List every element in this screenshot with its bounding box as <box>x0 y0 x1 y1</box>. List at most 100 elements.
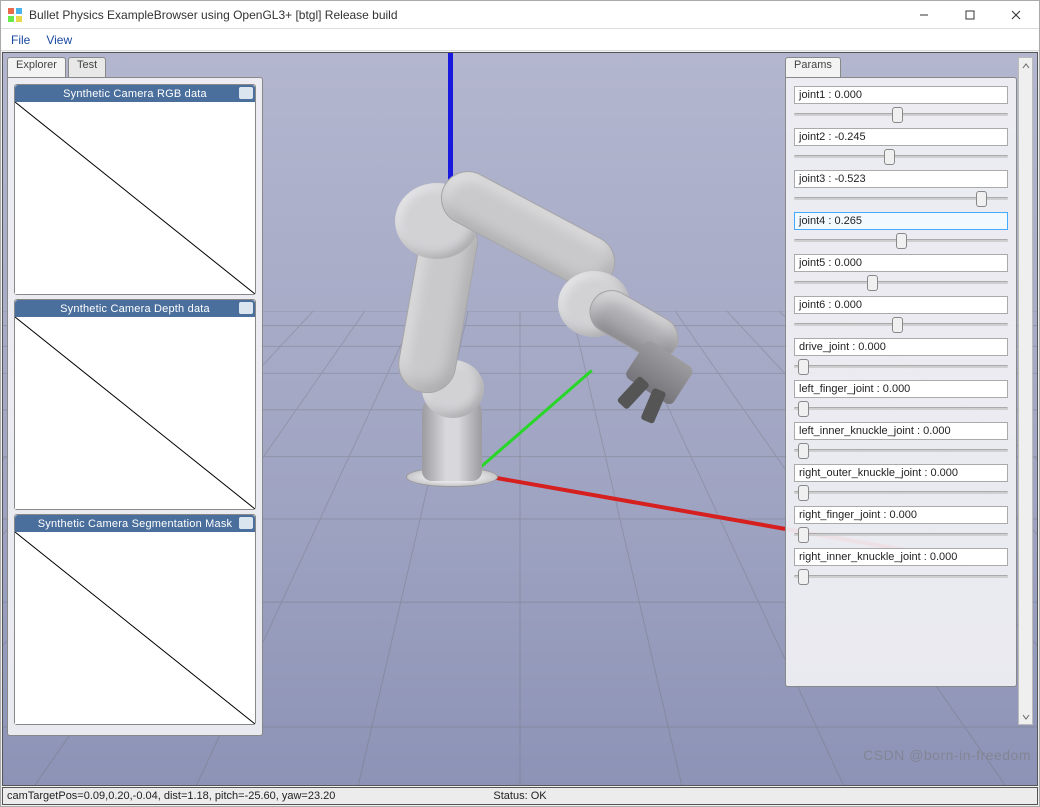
param-label-11: right_inner_knuckle_joint : 0.000 <box>794 548 1008 566</box>
preview-segmask: Synthetic Camera Segmentation Mask <box>14 514 256 725</box>
param-11: right_inner_knuckle_joint : 0.000 <box>794 548 1008 586</box>
chevron-up-icon <box>1022 62 1030 70</box>
param-slider-11[interactable] <box>794 568 1008 586</box>
slider-thumb[interactable] <box>884 149 895 165</box>
app-window: Bullet Physics ExampleBrowser using Open… <box>0 0 1040 807</box>
menu-bar: File View <box>1 29 1039 51</box>
scroll-track[interactable] <box>1019 73 1032 709</box>
slider-thumb[interactable] <box>798 485 809 501</box>
tab-explorer[interactable]: Explorer <box>7 57 66 77</box>
preview-depth-collapse-button[interactable] <box>239 302 253 314</box>
param-8: left_inner_knuckle_joint : 0.000 <box>794 422 1008 460</box>
app-icon <box>7 7 23 23</box>
workspace: Explorer Test Synthetic Camera RGB data … <box>2 52 1038 786</box>
param-10: right_finger_joint : 0.000 <box>794 506 1008 544</box>
close-icon <box>1011 10 1021 20</box>
preview-depth-title: Synthetic Camera Depth data <box>60 303 210 315</box>
slider-thumb[interactable] <box>798 443 809 459</box>
preview-depth-image <box>15 317 255 509</box>
param-0: joint1 : 0.000 <box>794 86 1008 124</box>
maximize-button[interactable] <box>947 1 993 29</box>
param-slider-2[interactable] <box>794 190 1008 208</box>
slider-thumb[interactable] <box>976 191 987 207</box>
preview-segmask-image <box>15 532 255 724</box>
param-slider-9[interactable] <box>794 484 1008 502</box>
params-body: joint1 : 0.000 joint2 : -0.245 joint3 : -0… <box>785 77 1017 687</box>
slider-rail <box>794 575 1008 578</box>
param-label-10: right_finger_joint : 0.000 <box>794 506 1008 524</box>
scroll-up-button[interactable] <box>1019 58 1032 73</box>
close-button[interactable] <box>993 1 1039 29</box>
preview-rgb-title: Synthetic Camera RGB data <box>63 88 207 100</box>
slider-thumb[interactable] <box>892 107 903 123</box>
menu-view[interactable]: View <box>46 33 72 47</box>
slider-rail <box>794 365 1008 368</box>
param-label-4: joint5 : 0.000 <box>794 254 1008 272</box>
maximize-icon <box>965 10 975 20</box>
slider-rail <box>794 491 1008 494</box>
slider-thumb[interactable] <box>867 275 878 291</box>
slider-rail <box>794 407 1008 410</box>
param-slider-0[interactable] <box>794 106 1008 124</box>
param-7: left_finger_joint : 0.000 <box>794 380 1008 418</box>
tab-params[interactable]: Params <box>785 57 841 77</box>
param-3: joint4 : 0.265 <box>794 212 1008 250</box>
menu-file[interactable]: File <box>11 33 30 47</box>
slider-thumb[interactable] <box>896 233 907 249</box>
vertical-scrollbar[interactable] <box>1018 57 1033 725</box>
params-panel: Params joint1 : 0.000joint2 : -0.245join… <box>785 57 1017 687</box>
slider-thumb[interactable] <box>798 401 809 417</box>
param-label-3: joint4 : 0.265 <box>794 212 1008 230</box>
slider-thumb[interactable] <box>798 359 809 375</box>
scroll-down-button[interactable] <box>1019 709 1032 724</box>
param-label-0: joint1 : 0.000 <box>794 86 1008 104</box>
gripper-finger-right <box>640 387 666 424</box>
param-label-2: joint3 : -0.523 <box>794 170 1008 188</box>
param-label-9: right_outer_knuckle_joint : 0.000 <box>794 464 1008 482</box>
param-label-5: joint6 : 0.000 <box>794 296 1008 314</box>
param-slider-5[interactable] <box>794 316 1008 334</box>
param-label-6: drive_joint : 0.000 <box>794 338 1008 356</box>
param-1: joint2 : -0.245 <box>794 128 1008 166</box>
slider-rail <box>794 281 1008 284</box>
param-5: joint6 : 0.000 <box>794 296 1008 334</box>
status-ok: Status: OK <box>493 790 546 802</box>
preview-rgb-image <box>15 102 255 294</box>
param-slider-8[interactable] <box>794 442 1008 460</box>
status-bar: camTargetPos=0.09,0.20,-0.04, dist=1.18,… <box>2 787 1038 805</box>
watermark: CSDN @born-in-freedom <box>863 747 1031 763</box>
param-label-1: joint2 : -0.245 <box>794 128 1008 146</box>
minimize-icon <box>919 10 929 20</box>
slider-thumb[interactable] <box>892 317 903 333</box>
param-slider-3[interactable] <box>794 232 1008 250</box>
window-title: Bullet Physics ExampleBrowser using Open… <box>29 8 901 22</box>
param-slider-7[interactable] <box>794 400 1008 418</box>
slider-thumb[interactable] <box>798 569 809 585</box>
param-slider-4[interactable] <box>794 274 1008 292</box>
param-6: drive_joint : 0.000 <box>794 338 1008 376</box>
chevron-down-icon <box>1022 713 1030 721</box>
tab-test[interactable]: Test <box>68 57 106 77</box>
param-label-8: left_inner_knuckle_joint : 0.000 <box>794 422 1008 440</box>
param-label-7: left_finger_joint : 0.000 <box>794 380 1008 398</box>
explorer-body: Synthetic Camera RGB data Synthetic Came… <box>7 77 263 736</box>
content-area: Explorer Test Synthetic Camera RGB data … <box>1 51 1039 806</box>
explorer-panel: Explorer Test Synthetic Camera RGB data … <box>7 57 263 736</box>
param-2: joint3 : -0.523 <box>794 170 1008 208</box>
slider-rail <box>794 533 1008 536</box>
slider-rail <box>794 155 1008 158</box>
slider-thumb[interactable] <box>798 527 809 543</box>
param-4: joint5 : 0.000 <box>794 254 1008 292</box>
param-slider-10[interactable] <box>794 526 1008 544</box>
preview-rgb: Synthetic Camera RGB data <box>14 84 256 295</box>
slider-rail <box>794 449 1008 452</box>
preview-rgb-collapse-button[interactable] <box>239 87 253 99</box>
status-camera: camTargetPos=0.09,0.20,-0.04, dist=1.18,… <box>3 790 335 802</box>
param-slider-6[interactable] <box>794 358 1008 376</box>
minimize-button[interactable] <box>901 1 947 29</box>
title-bar: Bullet Physics ExampleBrowser using Open… <box>1 1 1039 29</box>
preview-segmask-title: Synthetic Camera Segmentation Mask <box>38 518 233 530</box>
preview-segmask-collapse-button[interactable] <box>239 517 253 529</box>
param-9: right_outer_knuckle_joint : 0.000 <box>794 464 1008 502</box>
param-slider-1[interactable] <box>794 148 1008 166</box>
